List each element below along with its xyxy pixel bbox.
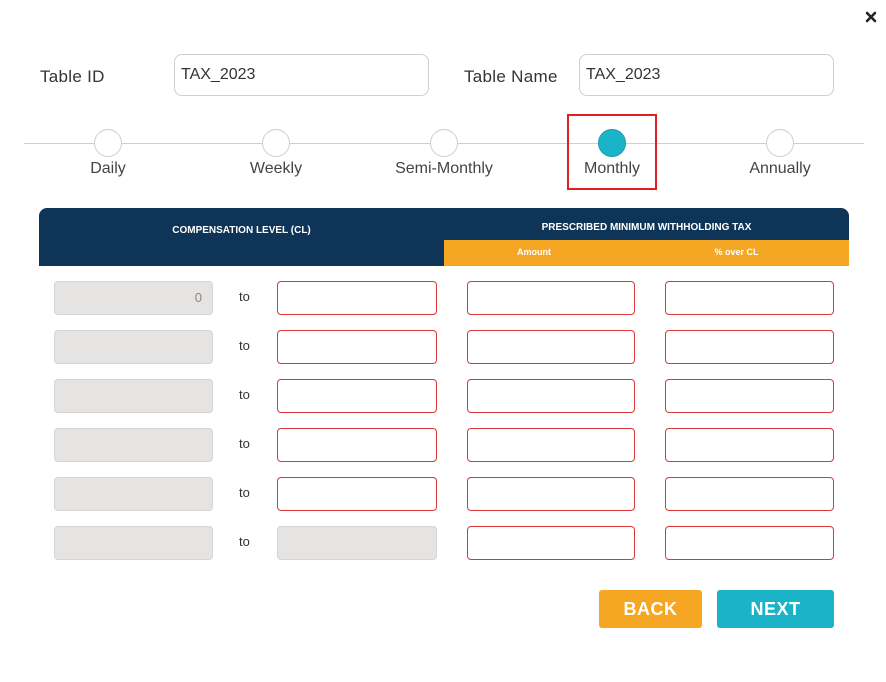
cl-to-input[interactable] — [277, 526, 437, 560]
frequency-label: Daily — [90, 160, 126, 177]
header-compensation-level: COMPENSATION LEVEL (CL) — [172, 225, 311, 236]
back-button[interactable]: BACK — [599, 590, 702, 628]
table-header: COMPENSATION LEVEL (CL) PRESCRIBED MINIM… — [39, 208, 849, 266]
percent-input[interactable] — [665, 379, 834, 413]
percent-input[interactable] — [665, 281, 834, 315]
cl-from-input[interactable] — [54, 330, 213, 364]
cl-from-input[interactable] — [54, 477, 213, 511]
to-label: to — [239, 338, 250, 353]
amount-input[interactable] — [467, 281, 635, 315]
selection-highlight — [567, 114, 657, 190]
percent-input[interactable] — [665, 477, 834, 511]
frequency-label: Annually — [749, 160, 811, 177]
next-button[interactable]: NEXT — [717, 590, 834, 628]
percent-input[interactable] — [665, 526, 834, 560]
radio-circle[interactable] — [262, 129, 290, 157]
cl-to-input[interactable] — [277, 379, 437, 413]
frequency-option-daily[interactable]: Daily — [48, 129, 168, 178]
to-label: to — [239, 485, 250, 500]
cl-to-input[interactable] — [277, 281, 437, 315]
amount-input[interactable] — [467, 477, 635, 511]
cl-to-input[interactable] — [277, 330, 437, 364]
table-id-field[interactable]: TAX_2023 — [174, 54, 429, 96]
amount-input[interactable] — [467, 330, 635, 364]
frequency-option-annually[interactable]: Annually — [720, 129, 840, 178]
radio-circle[interactable] — [430, 129, 458, 157]
to-label: to — [239, 534, 250, 549]
to-label: to — [239, 387, 250, 402]
amount-input[interactable] — [467, 379, 635, 413]
cl-from-input[interactable] — [54, 379, 213, 413]
amount-input[interactable] — [467, 428, 635, 462]
cl-from-input[interactable] — [54, 428, 213, 462]
close-icon[interactable] — [862, 8, 880, 26]
frequency-label: Weekly — [249, 160, 303, 177]
header-amount: Amount — [444, 240, 624, 266]
percent-input[interactable] — [665, 330, 834, 364]
radio-circle[interactable] — [766, 129, 794, 157]
frequency-option-semi-monthly[interactable]: Semi-Monthly — [384, 129, 504, 178]
amount-input[interactable] — [467, 526, 635, 560]
table-name-label: Table Name — [464, 67, 558, 86]
frequency-label: Semi-Monthly — [395, 160, 493, 177]
to-label: to — [239, 289, 250, 304]
table-name-field[interactable]: TAX_2023 — [579, 54, 834, 96]
percent-input[interactable] — [665, 428, 834, 462]
header-percent-over-cl: % over CL — [624, 240, 849, 266]
radio-circle[interactable] — [94, 129, 122, 157]
table-id-label: Table ID — [40, 67, 105, 86]
cl-from-input[interactable]: 0 — [54, 281, 213, 315]
frequency-option-weekly[interactable]: Weekly — [216, 129, 336, 178]
cl-to-input[interactable] — [277, 477, 437, 511]
header-withholding-tax: PRESCRIBED MINIMUM WITHHOLDING TAX — [541, 222, 752, 233]
cl-to-input[interactable] — [277, 428, 437, 462]
cl-from-input[interactable] — [54, 526, 213, 560]
to-label: to — [239, 436, 250, 451]
